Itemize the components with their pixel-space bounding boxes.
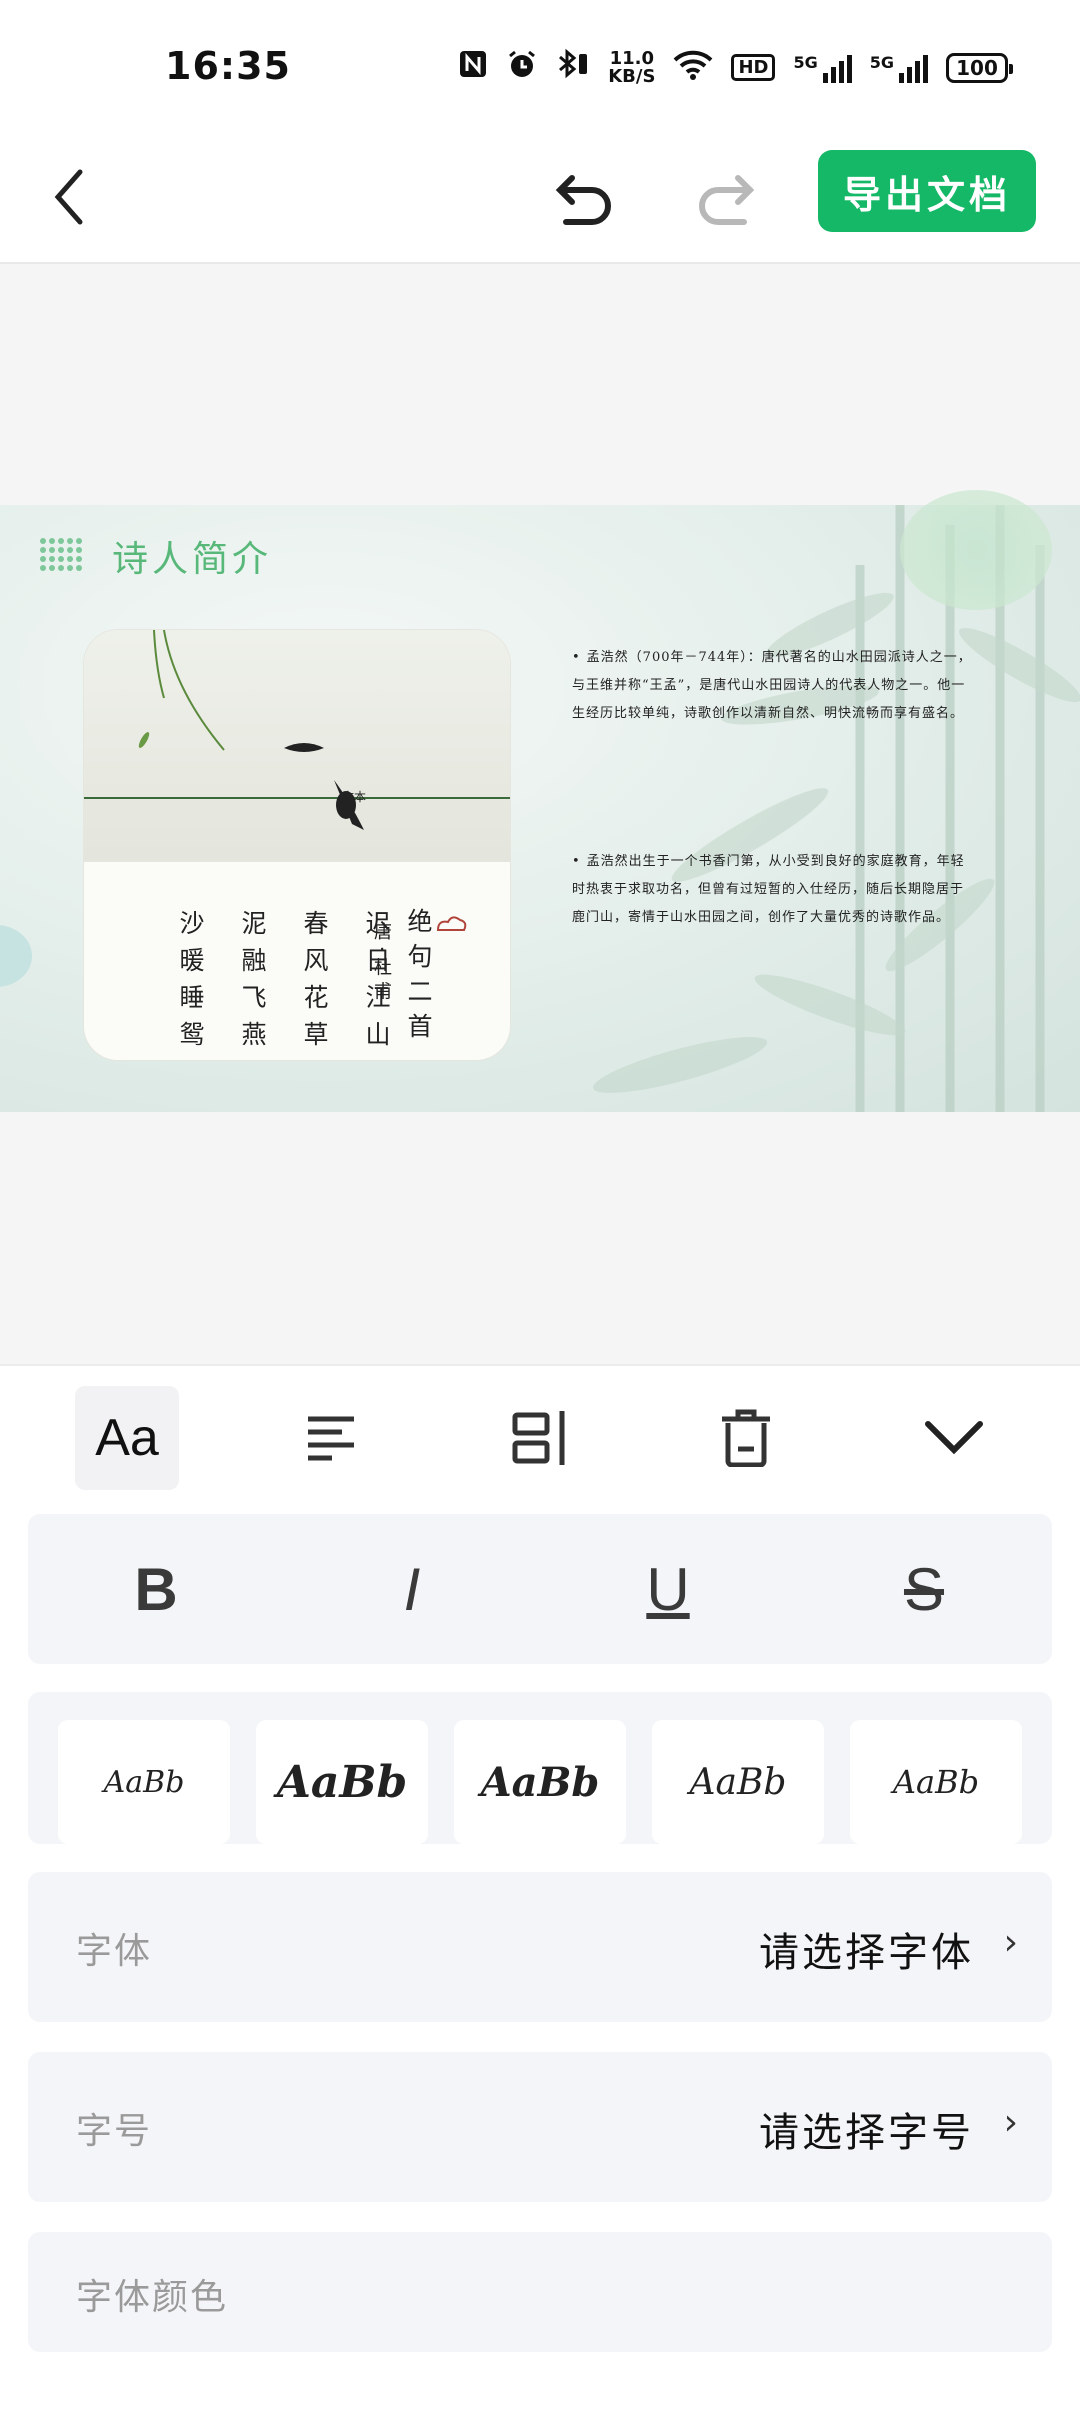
nfc-icon [458,49,488,86]
cloud-icon [436,916,467,931]
style-preset-4[interactable]: AaBb [652,1720,824,1844]
redo-button[interactable] [694,170,762,236]
wifi-icon [673,48,713,87]
font-family-row[interactable]: 字体 请选择字体 › [28,1872,1052,2022]
font-family-label: 字体 [76,1931,153,1972]
image-caption: 文本 [342,790,367,804]
font-size-row[interactable]: 字号 请选择字号 › [28,2052,1052,2202]
bio-bullet-2[interactable]: 孟浩然出生于一个书香门第，从小受到良好的家庭教育，年轻时热衷于求取功名，但曾有过… [572,848,972,932]
style-preset-3[interactable]: AaBb [454,1720,626,1844]
collapse-icon[interactable] [902,1386,1006,1490]
italic-button[interactable]: I [352,1555,472,1624]
net-speed: 11.0 KB/S [608,47,656,87]
signal-1-icon: 5G [793,53,852,83]
style-preset-1[interactable]: AaBb [58,1720,230,1844]
bio-bullet-1[interactable]: 孟浩然（700年－744年）：唐代著名的山水田园派诗人之一，与王维并称“王孟”，… [572,644,972,728]
font-size-value: 请选择字号 [759,2110,974,2156]
chevron-right-icon: › [1003,2102,1018,2143]
back-button[interactable] [48,162,88,236]
strikethrough-button[interactable]: S [864,1555,984,1624]
delete-icon[interactable] [694,1386,798,1490]
style-preset-2[interactable]: AaBb [256,1720,428,1844]
battery-icon: 100 [946,52,1013,83]
poem-card[interactable]: 文本 沙暖睡鸳 泥融飞燕 春风花草 迟日江山 唐·杜甫 绝句二首 [84,630,510,1060]
signal-2-icon: 5G [870,53,928,83]
status-time: 16:35 [165,44,291,88]
bold-button[interactable]: B [96,1555,216,1624]
alarm-icon [506,48,538,87]
underline-button[interactable]: U [608,1555,728,1624]
font-size-label: 字号 [76,2111,153,2152]
layout-icon[interactable] [488,1386,592,1490]
panel-tabs: Aa [0,1372,1080,1502]
poem-title: 绝句二首 [404,908,433,1048]
bluetooth-icon [556,48,590,87]
poem-image: 文本 [84,630,510,862]
export-document-button[interactable]: 导出文档 [818,150,1036,232]
align-icon[interactable] [280,1386,384,1490]
status-icons: 11.0 KB/S HD 5G 5G 100 [458,47,1013,87]
font-family-value: 请选择字体 [759,1930,974,1976]
poem-author: 唐·杜甫 [371,922,392,1006]
style-preset-5[interactable]: AaBb [850,1720,1022,1844]
hd-icon: HD [731,54,776,81]
text-format-row: B I U S [28,1514,1052,1664]
chevron-right-icon: › [1003,1922,1018,1963]
font-tab[interactable]: Aa [75,1386,179,1490]
font-color-label: 字体颜色 [76,2277,229,2318]
sun-decoration [900,490,1052,610]
title-dots-icon [40,538,82,571]
undo-button[interactable] [548,170,616,236]
status-bar: 16:35 11.0 KB/S HD 5G 5G 100 [0,0,1080,140]
font-color-row[interactable]: 字体颜色 [28,2232,1052,2352]
text-style-presets: AaBb AaBb AaBb AaBb AaBb [28,1692,1052,1844]
slide-title[interactable]: 诗人简介 [112,530,272,582]
